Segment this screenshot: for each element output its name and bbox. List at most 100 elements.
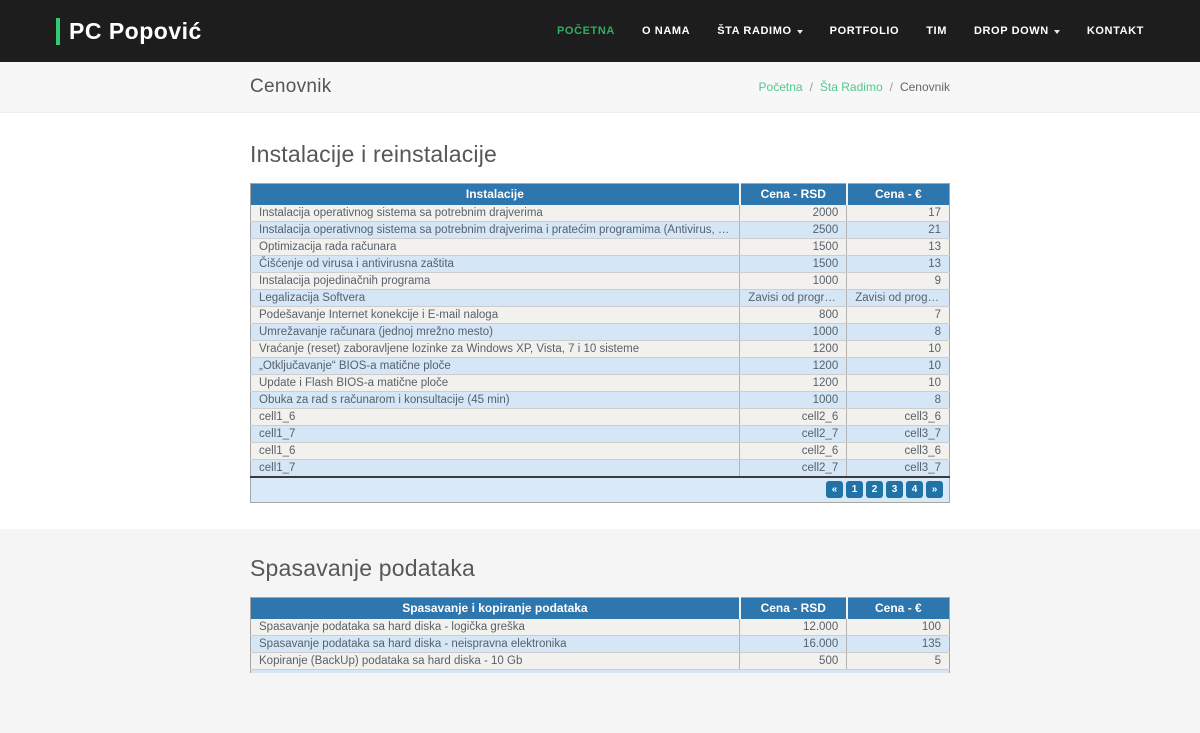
price-cell: cell2_7 — [740, 460, 847, 477]
table-row: cell1_6cell2_6cell3_6 — [251, 409, 950, 426]
description-cell: Kopiranje (BackUp) podataka sa hard disk… — [251, 653, 740, 670]
main-nav: POČETNA O NAMA ŠTA RADIMO PORTFOLIO TIM DROP … — [557, 25, 1144, 37]
price-cell: cell3_7 — [847, 426, 950, 443]
nav-item-label: KONTAKT — [1087, 25, 1144, 37]
breadcrumb-separator: / — [890, 80, 893, 94]
price-table: Spasavanje i kopiranje podatakaCena - RS… — [250, 597, 950, 670]
table-row: Spasavanje podataka sa hard diska - logi… — [251, 619, 950, 636]
pagination-page-button-2[interactable]: 2 — [866, 481, 883, 498]
price-table: InstalacijeCena - RSDCena - €Instalacija… — [250, 183, 950, 503]
section-heading-spasavanje: Spasavanje podataka — [250, 555, 950, 582]
nav-item-label: DROP DOWN — [974, 25, 1049, 37]
pagination-prev-button[interactable]: « — [826, 481, 843, 498]
nav-item-label: ŠTA RADIMO — [717, 25, 791, 37]
description-cell: Instalacija pojedinačnih programa — [251, 273, 740, 290]
column-header: Spasavanje i kopiranje podataka — [251, 598, 740, 619]
nav-item-kontakt[interactable]: KONTAKT — [1087, 25, 1144, 37]
chevron-down-icon — [1054, 30, 1060, 34]
nav-item-po-etna[interactable]: POČETNA — [557, 25, 615, 37]
breadcrumb-separator: / — [810, 80, 813, 94]
table-row: Umrežavanje računara (jednoj mrežno mest… — [251, 324, 950, 341]
pagination: «1234» — [257, 481, 943, 498]
price-cell: Zavisi od programa — [847, 290, 950, 307]
nav-item-label: POČETNA — [557, 25, 615, 37]
price-cell: 500 — [740, 653, 847, 670]
section-heading-instalacije: Instalacije i reinstalacije — [250, 141, 950, 168]
logo-accent-bar — [56, 18, 60, 45]
nav-item-label: TIM — [926, 25, 947, 37]
table-row: Legalizacija SoftveraZavisi od programaZ… — [251, 290, 950, 307]
page-header-bar: Cenovnik Početna/Šta Radimo/Cenovnik — [0, 62, 1200, 113]
price-cell: 1200 — [740, 341, 847, 358]
description-cell: cell1_7 — [251, 460, 740, 477]
logo-text: PC Popović — [69, 18, 202, 45]
table-row: Obuka za rad s računarom i konsultacije … — [251, 392, 950, 409]
description-cell: Legalizacija Softvera — [251, 290, 740, 307]
pagination-page-button-3[interactable]: 3 — [886, 481, 903, 498]
price-cell: Zavisi od programa — [740, 290, 847, 307]
description-cell: Vraćanje (reset) zaboravljene lozinke za… — [251, 341, 740, 358]
price-cell: cell3_7 — [847, 460, 950, 477]
table-row: Instalacija operativnog sistema sa potre… — [251, 205, 950, 222]
breadcrumb-link-po-etna[interactable]: Početna — [759, 80, 803, 94]
description-cell: Spasavanje podataka sa hard diska - logi… — [251, 619, 740, 636]
price-cell: 17 — [847, 205, 950, 222]
description-cell: Optimizacija rada računara — [251, 239, 740, 256]
description-cell: Umrežavanje računara (jednoj mrežno mest… — [251, 324, 740, 341]
nav-item-drop-down[interactable]: DROP DOWN — [974, 25, 1060, 37]
chevron-down-icon — [797, 30, 803, 34]
price-cell: 12.000 — [740, 619, 847, 636]
description-cell: Update i Flash BIOS-a matične ploče — [251, 375, 740, 392]
table-row: Čišćenje od virusa i antivirusna zaštita… — [251, 256, 950, 273]
pagination-page-button-4[interactable]: 4 — [906, 481, 923, 498]
price-cell: 10 — [847, 341, 950, 358]
price-cell: 13 — [847, 256, 950, 273]
description-cell: cell1_6 — [251, 409, 740, 426]
price-cell: 1000 — [740, 392, 847, 409]
price-cell: 1200 — [740, 358, 847, 375]
price-cell: cell2_6 — [740, 409, 847, 426]
price-cell: 10 — [847, 375, 950, 392]
section-spasavanje: Spasavanje podataka Spasavanje i kopiran… — [0, 529, 1200, 733]
description-cell: cell1_7 — [251, 426, 740, 443]
breadcrumb-link-ta-radimo[interactable]: Šta Radimo — [820, 80, 883, 94]
table-row: Instalacija operativnog sistema sa potre… — [251, 222, 950, 239]
column-header: Cena - € — [847, 184, 950, 205]
price-cell: 1200 — [740, 375, 847, 392]
nav-item-tim[interactable]: TIM — [926, 25, 947, 37]
nav-item-ta-radimo[interactable]: ŠTA RADIMO — [717, 25, 802, 37]
pricing-table-spasavanje: Spasavanje i kopiranje podatakaCena - RS… — [250, 597, 950, 670]
description-cell: Čišćenje od virusa i antivirusna zaštita — [251, 256, 740, 273]
price-cell: 8 — [847, 324, 950, 341]
price-cell: 2000 — [740, 205, 847, 222]
column-header: Cena - RSD — [740, 184, 847, 205]
top-navigation-bar: PC Popović POČETNA O NAMA ŠTA RADIMO PORTFO… — [0, 0, 1200, 62]
price-cell: 21 — [847, 222, 950, 239]
table-row: „Otključavanje“ BIOS-a matične ploče1200… — [251, 358, 950, 375]
price-cell: 5 — [847, 653, 950, 670]
price-cell: 7 — [847, 307, 950, 324]
price-cell: 1000 — [740, 273, 847, 290]
price-cell: 100 — [847, 619, 950, 636]
description-cell: Spasavanje podataka sa hard diska - neis… — [251, 636, 740, 653]
pricing-table-instalacije: InstalacijeCena - RSDCena - €Instalacija… — [250, 183, 950, 503]
price-cell: 2500 — [740, 222, 847, 239]
description-cell: Instalacija operativnog sistema sa potre… — [251, 205, 740, 222]
pagination-page-button-1[interactable]: 1 — [846, 481, 863, 498]
table-row: Spasavanje podataka sa hard diska - neis… — [251, 636, 950, 653]
nav-item-label: O NAMA — [642, 25, 690, 37]
nav-item-o-nama[interactable]: O NAMA — [642, 25, 690, 37]
breadcrumb-current: Cenovnik — [900, 80, 950, 94]
cut-off-row-sliver — [250, 670, 950, 673]
price-cell: cell2_6 — [740, 443, 847, 460]
price-cell: cell3_6 — [847, 443, 950, 460]
pagination-next-button[interactable]: » — [926, 481, 943, 498]
brand-logo[interactable]: PC Popović — [56, 18, 202, 45]
table-row: Podešavanje Internet konekcije i E-mail … — [251, 307, 950, 324]
nav-item-label: PORTFOLIO — [830, 25, 900, 37]
nav-item-portfolio[interactable]: PORTFOLIO — [830, 25, 900, 37]
description-cell: Obuka za rad s računarom i konsultacije … — [251, 392, 740, 409]
price-cell: 135 — [847, 636, 950, 653]
price-cell: 8 — [847, 392, 950, 409]
table-row: cell1_7cell2_7cell3_7 — [251, 426, 950, 443]
